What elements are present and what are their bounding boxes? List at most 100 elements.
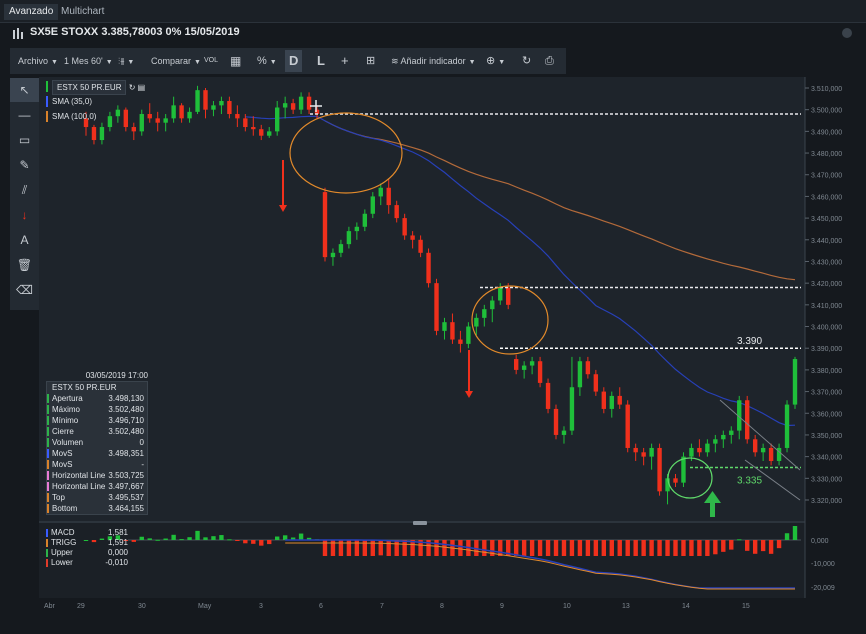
price-tick-label: 3.400,000 [811,325,842,332]
candle-body [394,205,399,219]
x-tick-label: 13 [622,603,630,610]
macd-bar [776,540,782,549]
macd-bar [561,540,567,556]
candle-body [235,114,240,119]
macd-legend-value: 1,581 [107,528,128,537]
macd-tick-label: -20,009 [811,585,835,592]
macd-bar [251,540,256,544]
candle-body [752,439,758,453]
table-icon[interactable]: ▤ [138,83,146,92]
candle-body [601,391,606,409]
macd-bar [155,539,160,541]
candle-body [633,447,638,453]
candle-body [537,361,543,383]
candle-body [593,374,599,392]
macd-bar [179,539,184,541]
candle-body [617,395,622,405]
macd-bar [577,540,583,556]
candle-body [641,452,646,457]
data-box-row: Horizontal Line 3.497,667 [47,481,147,492]
macd-bar [362,540,368,556]
x-tick-label: 8 [440,603,444,610]
macd-bar [378,540,383,556]
data-box-value: - [141,460,144,469]
data-box-value: 3.503,725 [108,471,144,480]
macd-bar [147,538,152,540]
legend-sma35: SMA (35,0) [46,95,145,108]
price-tick-label: 3.460,000 [811,194,842,201]
candle-body [513,359,519,370]
refresh-icon[interactable]: ↻ [129,83,136,92]
candle-body [450,322,455,340]
candle-body [506,287,511,305]
macd-legend-key: MACD [51,528,75,537]
price-tick-label: 3.470,000 [811,173,842,180]
data-box-row: MovS 3.498,351 [47,448,147,459]
candle-body [760,447,766,453]
candle-body [521,365,527,370]
macd-legend-value: 0,000 [107,548,128,557]
x-tick-label: Abr [44,603,56,610]
macd-bar [513,540,519,556]
data-box-value: 3.497,667 [108,482,144,491]
macd-bar [601,540,606,556]
sma35-line [245,115,796,427]
down-arrow-head [465,391,473,398]
macd-bar [689,540,694,556]
macd-bar [211,536,216,540]
candle-body [673,478,678,483]
macd-bar [537,540,543,556]
candle-body [227,101,232,115]
data-box-key: Horizontal Line [52,471,106,480]
candle-body [529,361,535,366]
candle-body [697,447,702,453]
price-tick-label: 3.480,000 [811,151,842,158]
data-box-key: Horizontal Line [52,482,106,491]
macd-bar [203,537,208,540]
macd-bar [673,540,678,556]
candle-body [362,213,368,227]
macd-legend-row: TRIGG 1,591 [46,538,128,548]
up-arrow-shaft [710,503,715,517]
data-box-row-marker [47,449,49,458]
candle-body [99,127,105,141]
data-box-row-marker [47,471,49,480]
macd-bar [275,536,280,540]
candle-body [553,408,559,435]
x-tick-label: 14 [682,603,690,610]
candle-body [267,131,272,136]
candle-body [689,447,694,457]
macd-bar [434,540,439,556]
data-box-row: Apertura 3.498,130 [47,393,147,404]
macd-bar [267,540,272,545]
data-box-value: 0 [139,438,144,447]
legend-symbol-swatch [46,81,48,92]
data-box-row-marker [47,427,49,436]
macd-bar [713,540,718,555]
price-tick-label: 3.390,000 [811,346,842,353]
data-box-row-marker [47,394,49,403]
candle-body [498,287,503,301]
price-tick-label: 3.340,000 [811,455,842,462]
candle-body [442,322,447,331]
price-tick-label: 3.420,000 [811,281,842,288]
price-tick-label: 3.350,000 [811,433,842,440]
macd-bar [330,540,336,556]
macd-bar [569,540,575,556]
macd-bar [593,540,599,556]
candle-body [259,129,264,136]
macd-legend: MACD 1,581 TRIGG 1,591 Upper 0,000 Lower -0,010 [46,528,128,568]
candle-body [275,107,280,132]
highlight-ellipse [289,112,403,194]
data-box-row-marker [47,416,49,425]
data-box-value: 3.502,480 [108,427,144,436]
candle-body [729,430,734,435]
candle-body [745,400,750,440]
macd-bar [458,540,463,556]
data-box-row-marker [47,504,49,513]
candle-body [569,387,575,431]
macd-tick-label: -10,000 [811,561,835,568]
data-box-value: 3.464,155 [108,504,144,513]
candle-body [545,382,551,409]
data-box-key: Apertura [52,394,83,403]
